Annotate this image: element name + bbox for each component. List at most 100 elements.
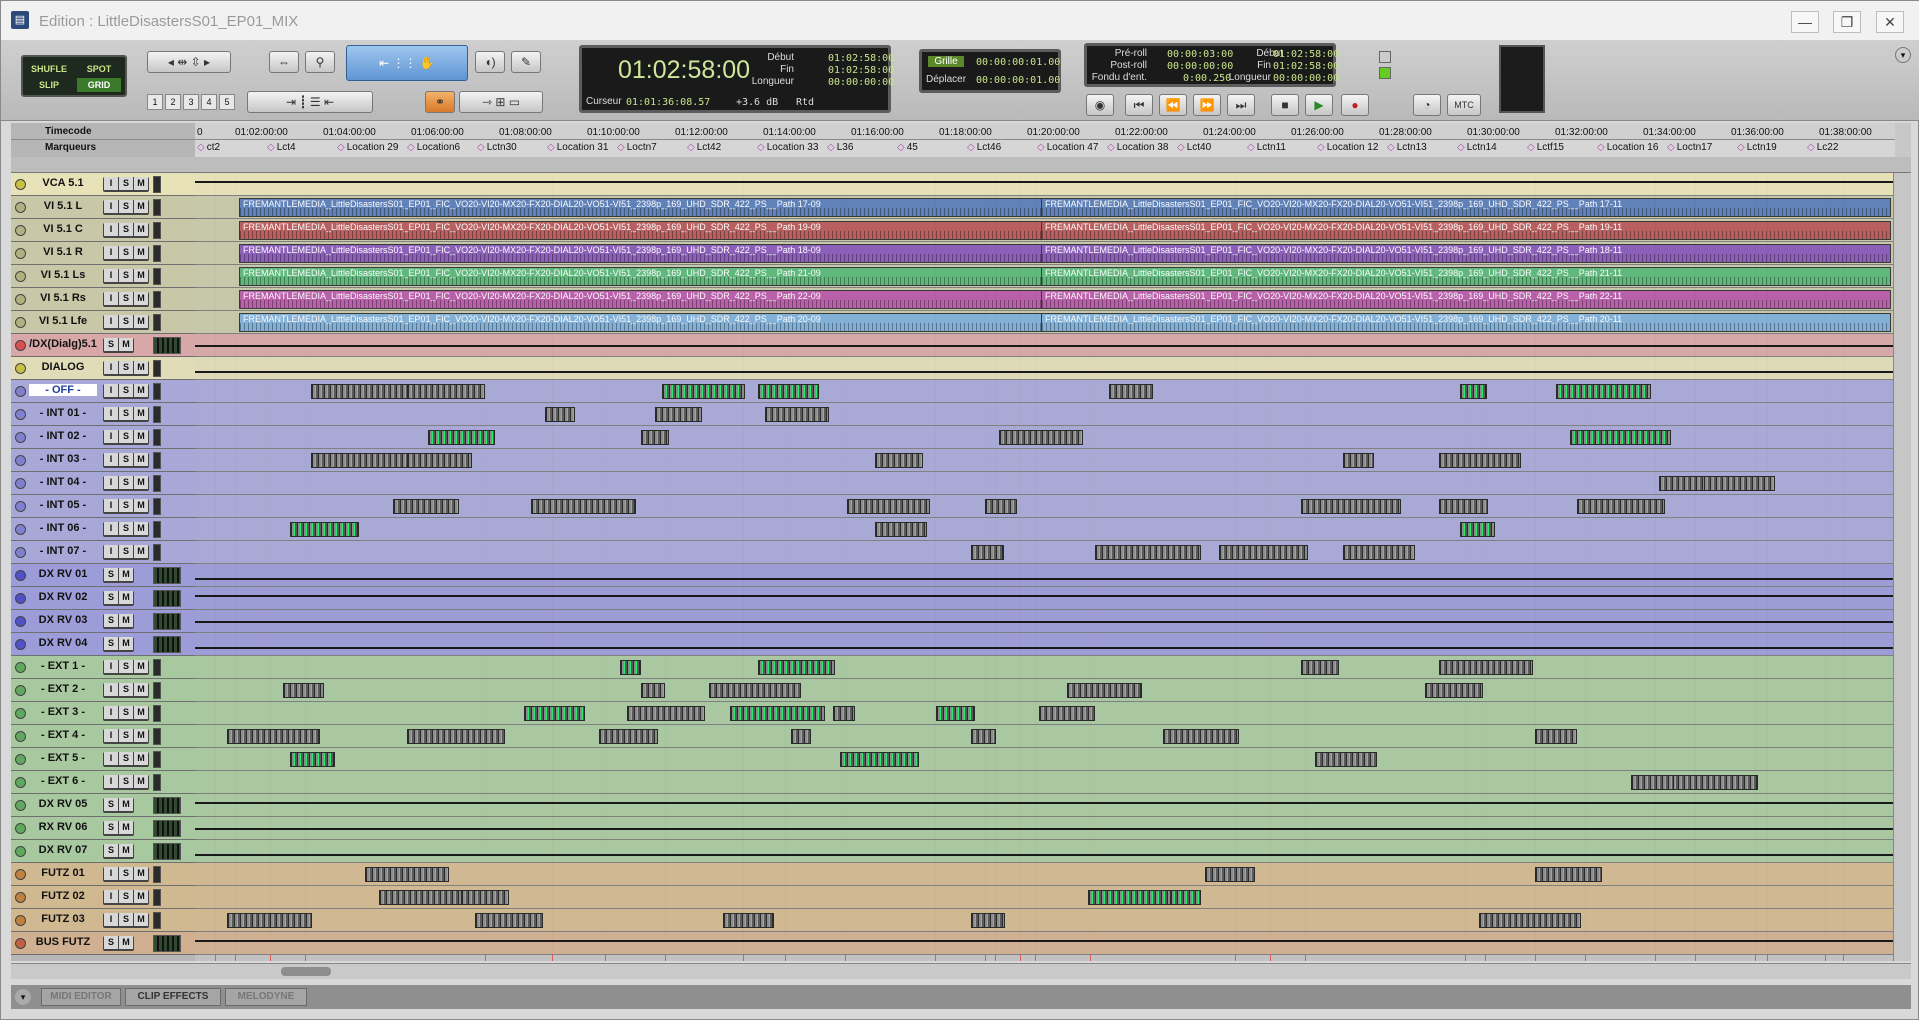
track-color-icon[interactable] (15, 570, 26, 581)
track-name[interactable]: DX RV 02 (29, 591, 97, 603)
grid-mode-button[interactable]: GRID (77, 78, 121, 92)
track-m-button[interactable]: M (134, 867, 148, 880)
track-m-button[interactable]: M (119, 614, 133, 627)
track-i-button[interactable]: I (104, 729, 118, 742)
track-m-button[interactable]: M (134, 752, 148, 765)
audio-clip[interactable]: FREMANTLEMEDIA_LittleDisastersS01_EP01_F… (239, 198, 1079, 217)
track-color-icon[interactable] (15, 455, 26, 466)
marker[interactable]: Lctn13 (1387, 142, 1427, 153)
automation-line[interactable] (195, 802, 1893, 804)
marker[interactable]: Lctn30 (477, 142, 517, 153)
track-s-button[interactable]: S (119, 269, 133, 282)
track-name[interactable]: - OFF - (29, 384, 97, 396)
track-lane[interactable] (195, 702, 1893, 725)
chevron-down-icon[interactable]: ▾ (1895, 47, 1911, 63)
track-color-icon[interactable] (15, 777, 26, 788)
track-s-button[interactable]: S (119, 867, 133, 880)
marker[interactable]: Location 16 (1597, 142, 1659, 153)
track-name[interactable]: VI 5.1 Rs (29, 292, 97, 304)
track-m-button[interactable]: M (134, 476, 148, 489)
marker[interactable]: Lct42 (687, 142, 721, 153)
track-color-icon[interactable] (15, 409, 26, 420)
automation-line[interactable] (195, 181, 1893, 183)
track-s-button[interactable]: S (119, 499, 133, 512)
track-i-button[interactable]: I (104, 453, 118, 466)
track-m-button[interactable]: M (134, 545, 148, 558)
track-color-icon[interactable] (15, 432, 26, 443)
track-name[interactable]: VI 5.1 Ls (29, 269, 97, 281)
track-m-button[interactable]: M (134, 522, 148, 535)
track-i-button[interactable]: I (104, 292, 118, 305)
close-button[interactable]: ✕ (1876, 11, 1904, 33)
spot-mode-button[interactable]: SPOT (77, 62, 121, 76)
marker[interactable]: L36 (827, 142, 854, 153)
track-lane[interactable] (195, 380, 1893, 403)
dialog-clip[interactable] (875, 522, 927, 537)
dialog-clip[interactable] (1109, 384, 1153, 399)
track-s-button[interactable]: S (119, 407, 133, 420)
track-header[interactable]: - INT 07 - ISM (11, 541, 195, 564)
dialog-clip[interactable] (1088, 890, 1175, 905)
dialog-clip[interactable] (1163, 729, 1239, 744)
mtc-button[interactable]: MTC (1447, 94, 1481, 116)
marker[interactable]: Lct46 (967, 142, 1001, 153)
online-icon[interactable]: ◉ (1086, 94, 1114, 116)
marker[interactable]: Lctn14 (1457, 142, 1497, 153)
vertical-scrollbar[interactable] (1893, 173, 1911, 961)
dialog-clip[interactable] (1039, 706, 1095, 721)
stop-icon[interactable]: ■ (1271, 94, 1299, 116)
track-i-button[interactable]: I (104, 752, 118, 765)
track-m-button[interactable]: M (134, 292, 148, 305)
marker[interactable]: Lctn11 (1247, 142, 1286, 153)
track-color-icon[interactable] (15, 317, 26, 328)
record-icon[interactable]: ● (1341, 94, 1369, 116)
dialog-clip[interactable] (1425, 683, 1483, 698)
track-lane[interactable] (195, 403, 1893, 426)
track-m-button[interactable]: M (119, 338, 133, 351)
dialog-clip[interactable] (985, 499, 1017, 514)
track-name[interactable]: DX RV 03 (29, 614, 97, 626)
tab-clip-effects[interactable]: CLIP EFFECTS (125, 988, 221, 1006)
transport-debut-value[interactable]: 01:02:58:00 (1273, 49, 1339, 60)
track-header[interactable]: - EXT 3 - ISM (11, 702, 195, 725)
track-lane[interactable]: FREMANTLEMEDIA_LittleDisastersS01_EP01_F… (195, 242, 1893, 265)
track-i-button[interactable]: I (104, 246, 118, 259)
track-m-button[interactable]: M (134, 269, 148, 282)
grille-label[interactable]: Grille (928, 56, 964, 67)
track-i-button[interactable]: I (104, 660, 118, 673)
timecode-ruler[interactable]: 0 01:02:00:00 01:04:00:00 01:06:00:00 01:08:… (195, 123, 1895, 140)
dialog-clip[interactable] (1631, 775, 1674, 790)
track-s-button[interactable]: S (119, 545, 133, 558)
track-header[interactable]: DIALOG I S M (11, 357, 195, 380)
automation-line[interactable] (195, 647, 1893, 649)
track-header[interactable]: VCA 5.1 I S M (11, 173, 195, 196)
dialog-clip[interactable] (461, 890, 509, 905)
track-header[interactable]: - OFF - ISM (11, 380, 195, 403)
track-name[interactable]: VI 5.1 L (29, 200, 97, 212)
track-color-icon[interactable] (15, 202, 26, 213)
track-m-button[interactable]: M (119, 591, 133, 604)
track-s-button[interactable]: S (104, 614, 118, 627)
edit-tools-row[interactable]: ⇥ ┋ ☰ ⇤ (247, 91, 373, 113)
track-color-icon[interactable] (15, 271, 26, 282)
dialog-clip[interactable] (428, 430, 495, 445)
dialog-clip[interactable] (599, 729, 658, 744)
track-s-button[interactable]: S (104, 844, 118, 857)
markers-ruler[interactable]: ct2 Lct4 Location 29 Location6 Lctn30 Locatio… (195, 140, 1895, 157)
marker[interactable]: 45 (897, 142, 918, 153)
audio-clip[interactable]: FREMANTLEMEDIA_LittleDisastersS01_EP01_F… (1041, 244, 1891, 263)
track-lane[interactable] (195, 587, 1893, 610)
track-color-icon[interactable] (15, 501, 26, 512)
dialog-clip[interactable] (393, 499, 459, 514)
track-name[interactable]: - INT 03 - (29, 453, 97, 465)
track-name[interactable]: FUTZ 03 (29, 913, 97, 925)
dialog-clip[interactable] (833, 706, 855, 721)
track-lane[interactable] (195, 679, 1893, 702)
track-header[interactable]: - INT 02 - ISM (11, 426, 195, 449)
dialog-clip[interactable] (311, 453, 415, 468)
track-name[interactable]: - INT 05 - (29, 499, 97, 511)
track-s-button[interactable]: S (119, 315, 133, 328)
track-lane[interactable] (195, 725, 1893, 748)
dialog-clip[interactable] (365, 867, 449, 882)
dialog-clip[interactable] (730, 706, 825, 721)
